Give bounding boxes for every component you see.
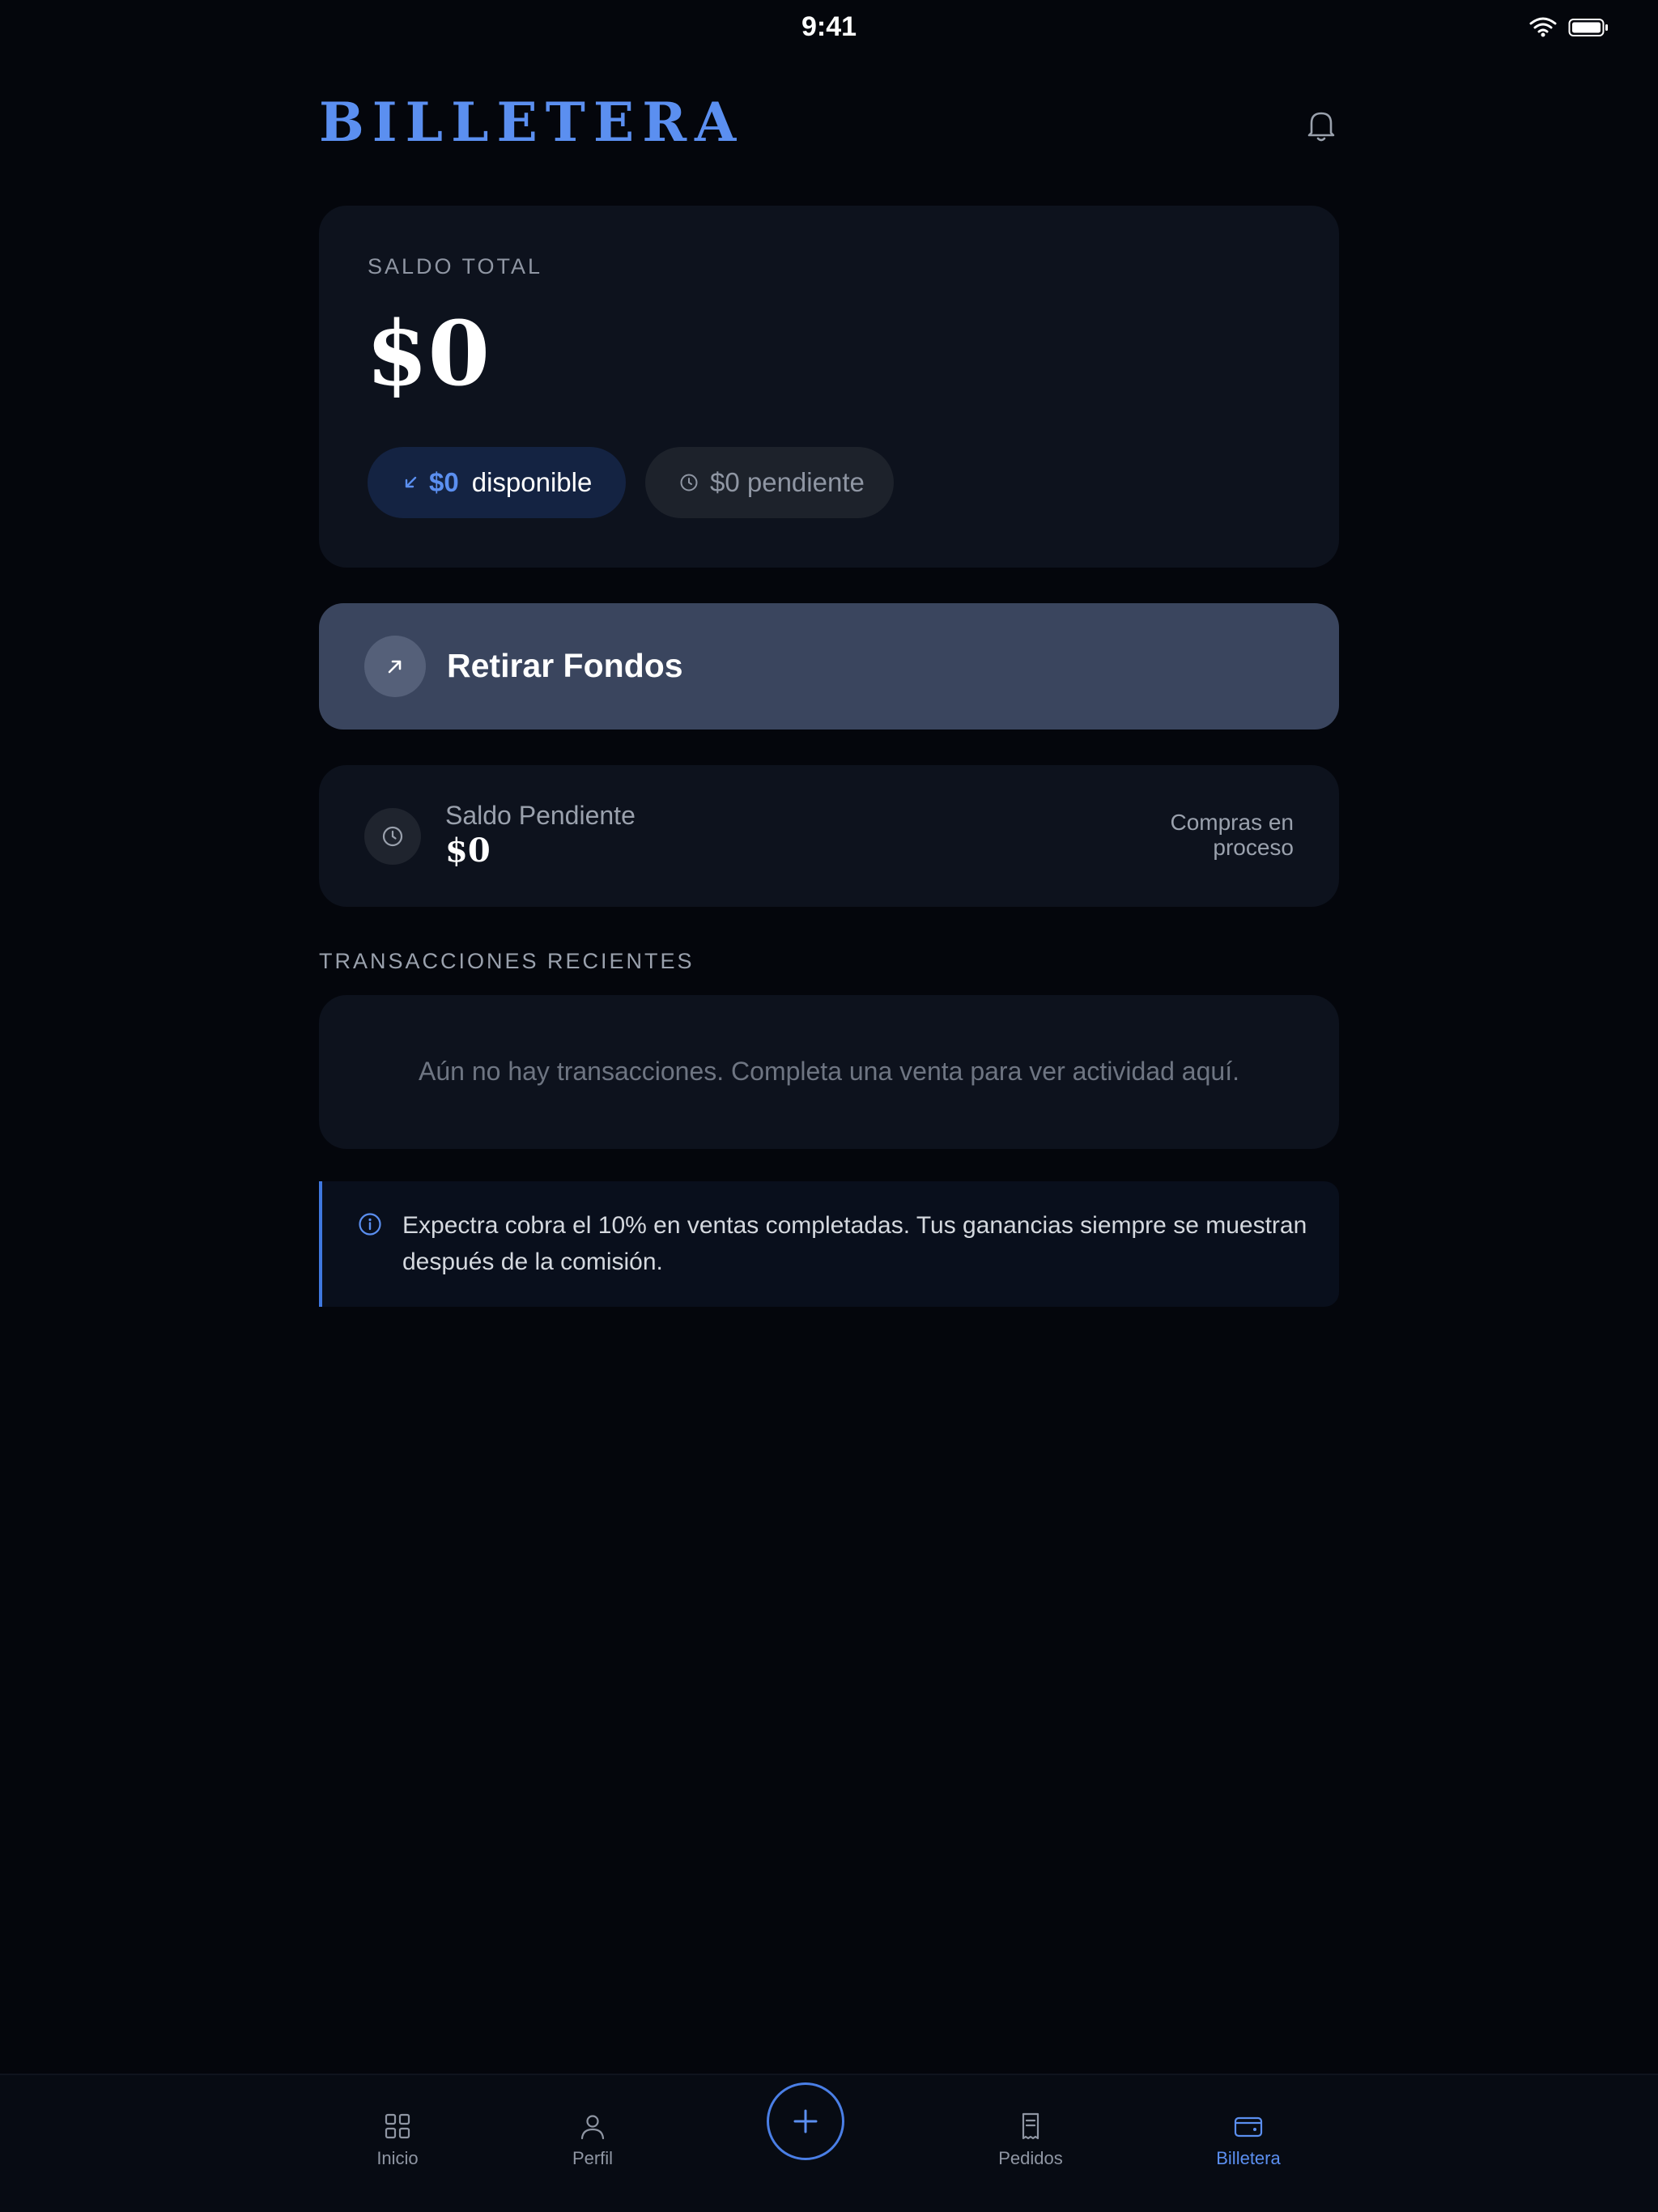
add-button[interactable] [767,2082,844,2160]
transactions-empty-message: Aún no hay transacciones. Completa una v… [419,1057,1239,1086]
clock-icon [382,826,403,847]
pending-pill-label: $0 pendiente [710,467,865,497]
person-icon [580,2115,605,2140]
withdraw-label: Retirar Fondos [447,647,683,684]
tab-label: Perfil [572,2148,614,2168]
tab-label: Inicio [376,2148,419,2168]
balance-label: SALDO TOTAL [368,254,543,279]
pending-pill[interactable]: $0 pendiente [645,447,894,518]
pending-title: Saldo Pendiente [445,801,636,830]
wifi-icon [1529,17,1557,37]
pending-balance-card: Saldo Pendiente $0 Compras en proceso [319,765,1339,907]
arrow-up-right-icon [388,660,402,674]
bell-icon[interactable] [1305,108,1337,143]
clock-icon [680,474,698,491]
tab-pedidos[interactable]: Pedidos [966,2112,1095,2169]
pending-note: Compras en proceso [1170,810,1294,860]
commission-info-text: Expectra cobra el 10% en ventas completa… [402,1212,1307,1275]
battery-icon [1568,19,1608,36]
tab-perfil[interactable]: Perfil [528,2112,657,2169]
balance-card: SALDO TOTAL $0 $0 disponible $0 pendient… [319,206,1339,568]
wallet-icon [1234,2116,1263,2138]
withdraw-button[interactable]: Retirar Fondos [319,603,1339,730]
pending-icon-circle [364,808,421,865]
tab-label: Pedidos [998,2148,1063,2168]
tab-billetera[interactable]: Billetera [1184,2112,1313,2169]
status-bar: 9:41 [0,0,1658,57]
available-label: disponible [471,467,593,497]
receipt-icon [1022,2112,1039,2140]
balance-amount: $0 [366,301,491,406]
available-pill[interactable]: $0 disponible [368,447,626,518]
available-amount: $0 [429,467,459,497]
transactions-section-title: TRANSACCIONES RECIENTES [319,949,695,973]
page-title: BILLETERA [319,91,745,154]
tab-label: Billetera [1216,2148,1281,2168]
transactions-empty-card: Aún no hay transacciones. Completa una v… [319,995,1339,1149]
info-icon [359,1213,381,1236]
plus-icon [793,2109,818,2133]
status-time: 9:41 [801,11,857,42]
commission-info-box: Expectra cobra el 10% en ventas completa… [319,1181,1339,1307]
grid-icon [385,2113,410,2139]
pending-amount: $0 [445,832,491,870]
tab-inicio[interactable]: Inicio [333,2112,462,2169]
arrow-down-left-icon [405,476,417,488]
withdraw-icon-circle [364,636,426,697]
